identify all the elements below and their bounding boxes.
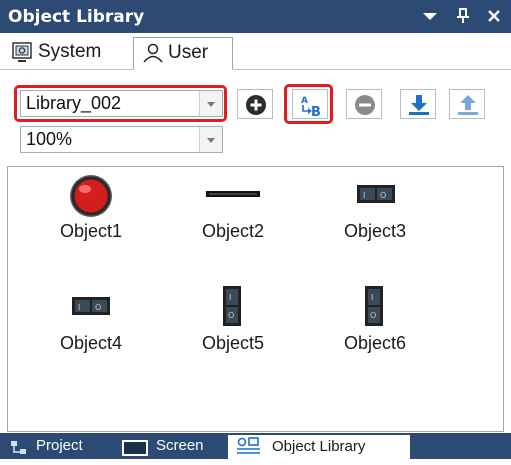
horizontal-switch-icon: I O [72, 297, 110, 315]
object-item[interactable]: I O Object3 [315, 171, 435, 261]
svg-text:O: O [380, 191, 386, 200]
remove-library-button[interactable] [346, 89, 382, 119]
panel-title: Object Library [8, 7, 145, 27]
svg-text:O: O [370, 311, 376, 320]
tab-system[interactable]: System [6, 37, 131, 68]
chevron-down-icon[interactable] [199, 127, 222, 152]
bottom-tab-bar: Project Screen Object Library [0, 433, 511, 459]
object-item[interactable]: I O Object6 [315, 283, 435, 373]
red-lamp-icon [70, 175, 112, 217]
tab-project[interactable]: Project [6, 433, 134, 459]
dropdown-menu-icon[interactable] [420, 6, 440, 26]
svg-text:I: I [371, 293, 373, 302]
horizontal-switch-icon: I O [357, 185, 395, 203]
add-library-button[interactable] [237, 89, 273, 119]
svg-text:I: I [229, 293, 231, 302]
svg-text:O: O [228, 311, 234, 320]
tab-system-label: System [38, 41, 102, 62]
object-label: Object5 [201, 333, 265, 353]
tab-screen[interactable]: Screen [116, 433, 236, 459]
library-toolbar: Library_002 A B 100% [0, 70, 511, 162]
library-tab-strip: System User [0, 33, 511, 70]
vertical-switch-icon: I O [365, 286, 383, 326]
rename-button-highlight [284, 84, 333, 124]
zoom-select-value: 100% [26, 129, 73, 149]
svg-text:O: O [95, 303, 101, 312]
tab-user-label: User [168, 42, 209, 63]
tab-screen-label: Screen [156, 437, 204, 454]
project-tree-icon [10, 439, 28, 465]
system-icon [12, 42, 32, 71]
screen-icon [122, 439, 148, 465]
object-label: Object6 [343, 333, 407, 353]
svg-text:I: I [78, 303, 80, 312]
zoom-select[interactable]: 100% [20, 126, 223, 153]
download-icon [409, 95, 429, 115]
tab-object-library[interactable]: Object Library [228, 435, 410, 459]
vertical-switch-icon: I O [223, 286, 241, 326]
user-icon [142, 43, 164, 72]
library-select-highlight [14, 85, 227, 122]
import-library-button[interactable] [400, 89, 436, 119]
tab-object-library-label: Object Library [272, 438, 366, 455]
object-label: Object2 [201, 221, 265, 241]
tab-project-label: Project [36, 437, 83, 454]
object-library-icon [236, 437, 264, 465]
export-library-button[interactable] [449, 89, 485, 119]
black-bar-icon [206, 191, 260, 197]
object-item[interactable]: I O Object4 [31, 283, 151, 373]
object-label: Object1 [59, 221, 123, 241]
object-grid: Object1 Object2 I O Object3 I O Object4 [7, 166, 504, 432]
object-label: Object3 [343, 221, 407, 241]
pin-icon[interactable] [453, 6, 473, 26]
tab-user[interactable]: User [133, 37, 233, 70]
object-label: Object4 [59, 333, 123, 353]
minus-circle-icon [355, 95, 375, 115]
plus-circle-icon [246, 95, 266, 115]
object-item[interactable]: Object1 [31, 171, 151, 261]
panel-title-bar: Object Library [0, 0, 511, 33]
object-item[interactable]: I O Object5 [173, 283, 293, 373]
upload-icon [458, 95, 478, 115]
svg-text:I: I [363, 191, 365, 200]
object-item[interactable]: Object2 [173, 171, 293, 261]
close-icon[interactable] [484, 6, 504, 26]
